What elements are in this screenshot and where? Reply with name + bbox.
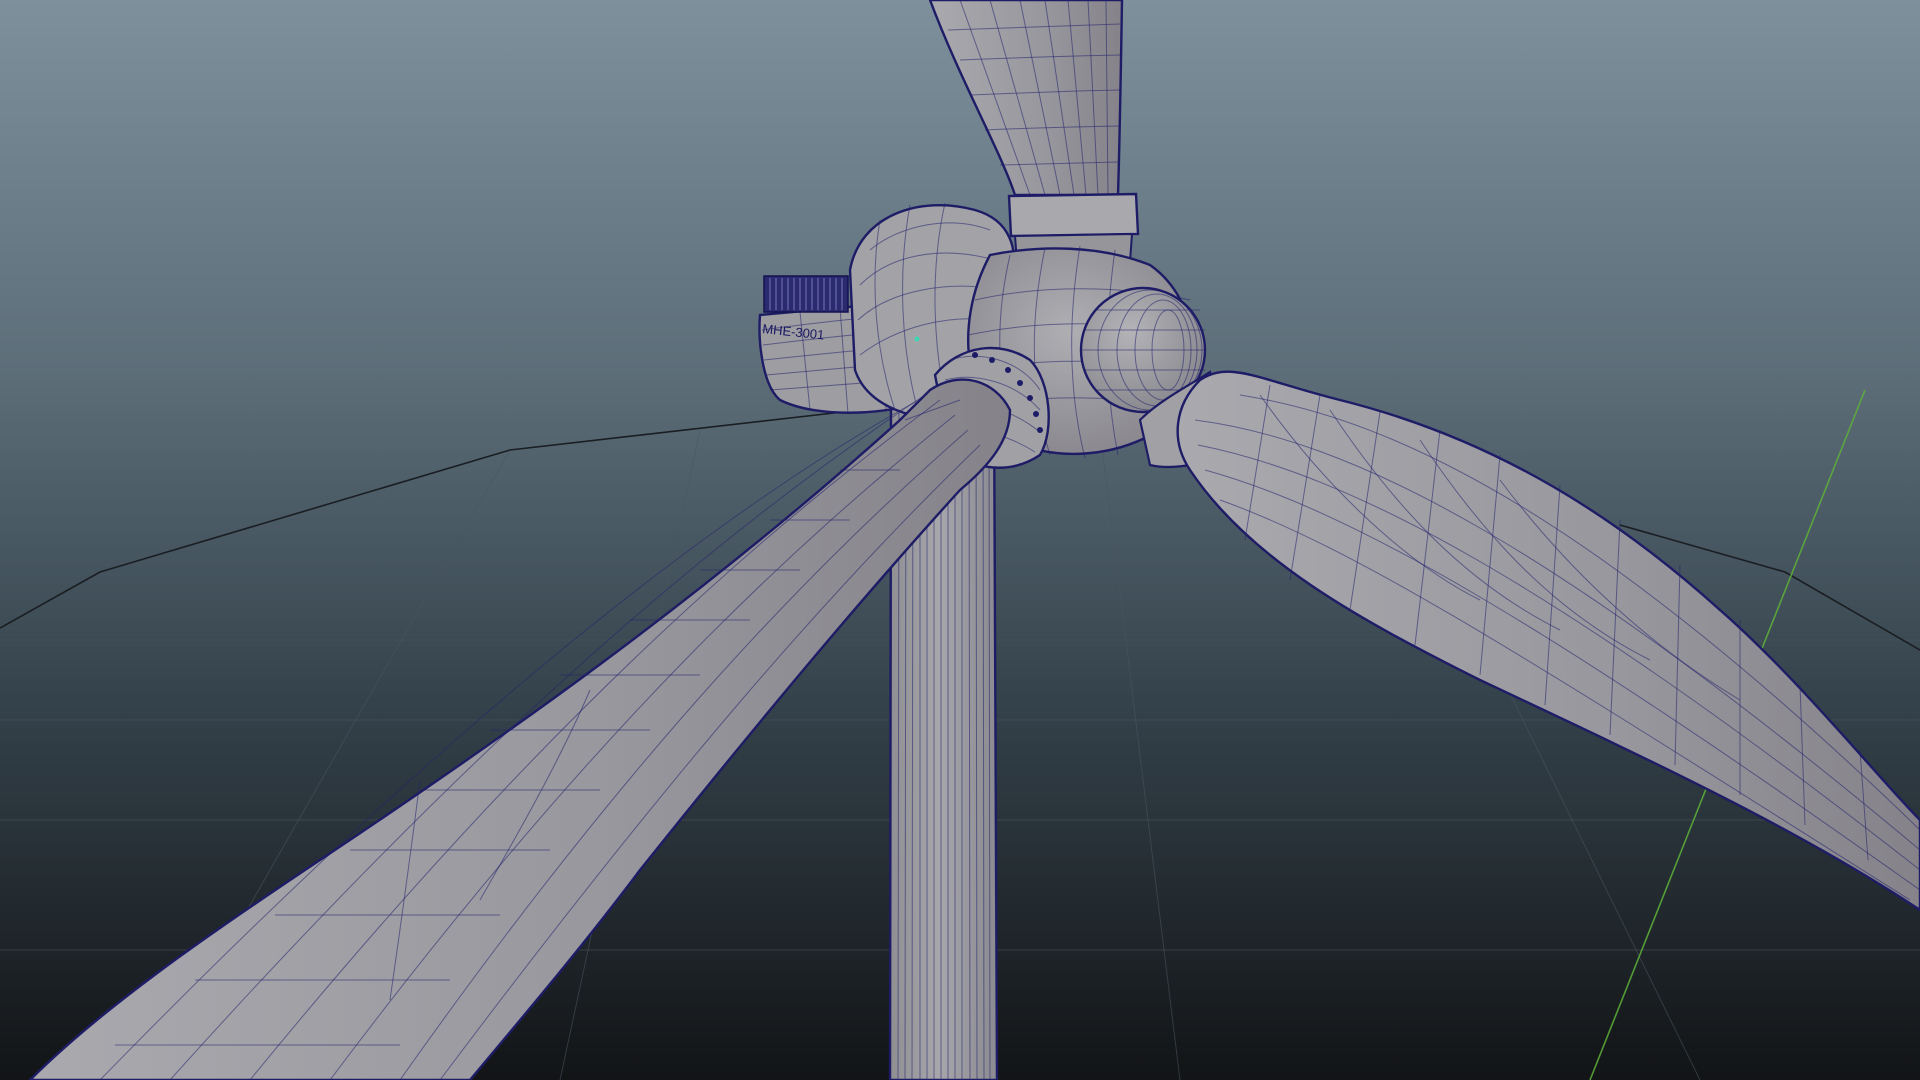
viewport-canvas[interactable]: MHE-3001 bbox=[0, 0, 1920, 1080]
maya-perspective-viewport[interactable]: MHE-3001 bbox=[0, 0, 1920, 1080]
pivot-dot-icon bbox=[914, 336, 920, 342]
nacelle-cooler bbox=[763, 275, 849, 313]
